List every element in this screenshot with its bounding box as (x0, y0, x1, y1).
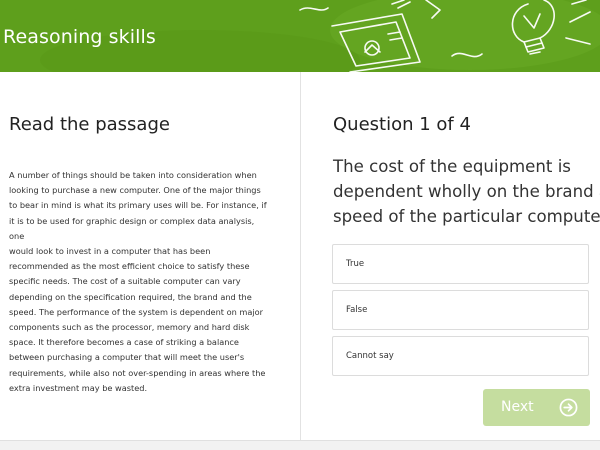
test-content: Read the passage A number of things shou… (0, 72, 600, 440)
passage-heading: Read the passage (9, 114, 170, 135)
passage-line: between purchasing a computer that will … (9, 352, 245, 363)
passage-line: would look to invest in a computer that … (9, 246, 211, 257)
option-label: True (346, 259, 365, 269)
passage-line: extra investment may be wasted. (9, 382, 148, 393)
app-title: Reasoning skills (3, 26, 156, 48)
next-button[interactable]: Next (483, 389, 590, 426)
passage-line: components such as the processor, memory… (9, 322, 250, 333)
header-banner: Reasoning skills (0, 0, 600, 72)
question-line: The cost of the equipment is (333, 157, 571, 176)
panel-divider (300, 72, 301, 440)
passage-line: depending on the specification required,… (9, 291, 252, 302)
passage-line: speed. The performance of the system is … (9, 306, 264, 317)
passage-text: A number of things should be taken into … (9, 168, 271, 396)
passage-line: recommended as the most efficient choice… (9, 261, 250, 272)
question-counter: Question 1 of 4 (333, 114, 471, 135)
next-button-label: Next (501, 399, 534, 415)
question-line: speed of the particular computer. (333, 207, 600, 226)
passage-line: A number of things should be taken into … (9, 170, 257, 180)
passage-line: requirements, while also not over-spendi… (9, 367, 266, 378)
answer-option-true[interactable]: True (332, 244, 589, 284)
option-label: False (346, 305, 368, 315)
passage-line: specific needs. The cost of a suitable c… (9, 276, 241, 287)
bottom-scroll-bar (0, 440, 600, 450)
arrow-right-circle-icon (559, 398, 578, 417)
passage-line: looking to purchase a new computer. One … (9, 185, 261, 196)
passage-line: space. It therefore becomes a case of st… (9, 337, 239, 348)
option-label: Cannot say (346, 351, 394, 361)
passage-line: it is to be used for graphic design or c… (9, 215, 255, 241)
answer-option-false[interactable]: False (332, 290, 589, 330)
passage-line: to bear in mind is what its primary uses… (9, 200, 267, 211)
question-text: The cost of the equipment is dependent w… (333, 154, 600, 229)
answer-option-cannot-say[interactable]: Cannot say (332, 336, 589, 376)
question-line: dependent wholly on the brand and (333, 182, 600, 201)
